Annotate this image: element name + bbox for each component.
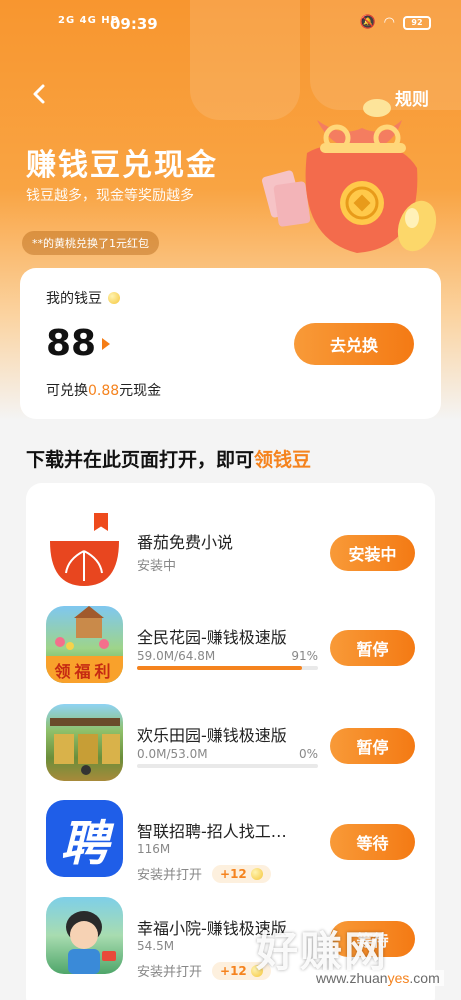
progress-bar	[137, 666, 318, 670]
mute-icon: 🔕	[359, 15, 376, 30]
watermark-url: www.zhuanyes.com	[312, 970, 444, 986]
money-bag-icon	[262, 99, 437, 253]
page-title: 赚钱豆兑现金	[26, 148, 218, 183]
app-name: 番茄免费小说	[137, 533, 234, 552]
wifi-icon: ◠	[383, 15, 395, 30]
app-name: 全民花园-赚钱极速版	[137, 628, 287, 647]
watermark-url-prefix: www.zhuan	[316, 970, 388, 986]
watermark-url-highlight: yes	[387, 970, 410, 986]
download-size: 0.0M/53.0M	[137, 747, 208, 761]
app-icon-glyph: 聘	[60, 815, 109, 872]
section-title-highlight: 领钱豆	[254, 449, 312, 471]
garden-app-icon[interactable]: 领福利	[46, 606, 123, 683]
list-item: 欢乐田园-赚钱极速版 0.0M/53.0M 0% 暂停	[26, 684, 435, 781]
exchange-notice: **的黄桃兑换了1元红包	[22, 231, 159, 255]
pause-button[interactable]: 暂停	[330, 728, 415, 764]
section-title: 下载并在此页面打开，即可领钱豆	[26, 445, 311, 472]
pause-button[interactable]: 暂停	[330, 630, 415, 666]
site-watermark: 好赚网 www.zhuanyes.com	[252, 918, 452, 993]
waiting-button[interactable]: 等待	[330, 824, 415, 860]
tomato-novel-app-icon[interactable]	[46, 511, 123, 588]
list-item: 番茄免费小说 安装中 安装中	[26, 491, 435, 588]
zhaopin-app-icon[interactable]: 聘	[46, 800, 123, 877]
app-name: 智联招聘-招人找工…	[137, 822, 287, 841]
status-bar: 2G 4G HD 09:39 🔕 ◠ 92	[0, 0, 461, 50]
cash-amount: 0.88	[88, 383, 120, 399]
battery-icon: 92	[403, 15, 431, 30]
page-subtitle: 钱豆越多，现金等奖励越多	[26, 188, 194, 204]
install-hint: 安装并打开	[137, 965, 203, 980]
section-title-text: 下载并在此页面打开，即可	[26, 449, 255, 471]
app-size: 116M	[137, 842, 171, 856]
cash-suffix: 元现金	[119, 383, 162, 399]
watermark-url-suffix: .com	[409, 970, 440, 986]
download-percent: 0%	[298, 747, 318, 761]
list-item: 领福利 全民花园-赚钱极速版 59.0M/64.8M 91% 暂停	[26, 586, 435, 683]
cash-equivalent: 可兑换0.88元现金	[46, 380, 161, 400]
installing-button[interactable]: 安装中	[330, 535, 415, 571]
app-name: 欢乐田园-赚钱极速版	[137, 726, 287, 745]
list-item: 聘 智联招聘-招人找工… 116M 安装并打开 +12 等待	[26, 780, 435, 883]
courtyard-app-icon[interactable]	[46, 897, 123, 974]
bean-label: 我的钱豆	[46, 291, 102, 307]
reward-row: 安装并打开 +12	[137, 961, 271, 980]
download-progress-text: 0.0M/53.0M 0%	[137, 747, 318, 761]
reward-amount: +12	[220, 963, 247, 978]
app-size: 54.5M	[137, 939, 175, 953]
status-time: 09:39	[110, 15, 158, 33]
bean-label-row: 我的钱豆	[46, 288, 120, 308]
status-icons: 🔕 ◠ 92	[359, 15, 431, 30]
progress-bar	[137, 764, 318, 768]
app-icon-banner: 领福利	[54, 662, 115, 681]
download-size: 59.0M/64.8M	[137, 649, 216, 663]
download-percent: 91%	[291, 649, 318, 663]
chevron-right-icon[interactable]	[102, 338, 110, 350]
back-arrow-icon[interactable]	[28, 82, 52, 106]
exchange-button[interactable]: 去兑换	[294, 323, 414, 365]
download-progress-text: 59.0M/64.8M 91%	[137, 649, 318, 663]
farm-app-icon[interactable]	[46, 704, 123, 781]
bean-icon	[108, 292, 120, 304]
bean-balance-card: 我的钱豆 88 可兑换0.88元现金 去兑换	[20, 268, 441, 419]
cash-prefix: 可兑换	[46, 383, 88, 399]
bean-balance[interactable]: 88	[46, 323, 96, 364]
app-status: 安装中	[137, 559, 177, 574]
progress-bar-fill	[137, 666, 302, 670]
